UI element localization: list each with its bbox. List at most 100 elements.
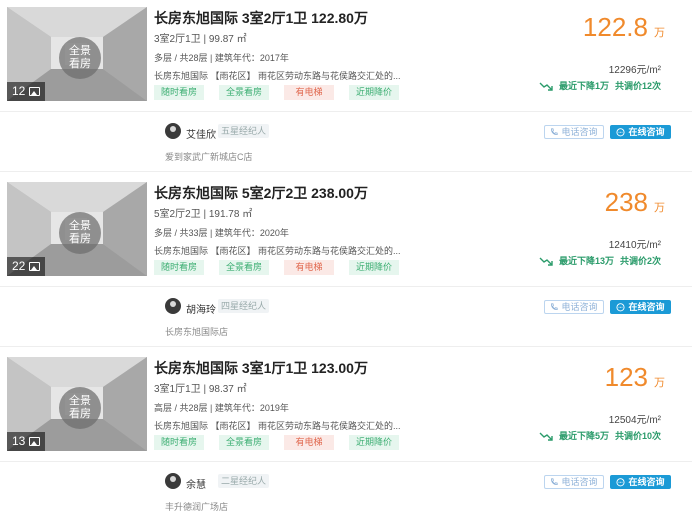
photo-count-badge: 13 [7,432,46,451]
tag-label: 有电梯 [284,435,334,450]
panorama-label-line1: 全景 [69,45,91,57]
tag-label: 全景看房 [219,85,269,100]
total-price-unit: 万 [654,202,665,214]
total-price-value: 122.8 [582,12,648,42]
listing-layout: 3室2厅1卫 | 99.87 ㎡ [154,34,247,45]
online-consult-button[interactable]: 在线咨询 [610,300,671,314]
total-price-value: 123 [604,362,648,392]
panorama-label-line1: 全景 [69,395,91,407]
price-drop-info: 最近下降5万 共调价10次 [539,429,661,442]
listing-floors: 多层 / 共33层 | 建筑年代：2020年 [154,228,289,238]
listing-photo[interactable]: 全景 看房 22 [7,182,147,276]
trend-down-icon [539,257,553,266]
total-price: 122.8 万 [583,12,665,43]
price-adjust-count: 共调价12次 [614,81,661,91]
listing-card[interactable]: 全景 看房 12 长房东旭国际 3室2厅1卫 122.80万 3室2厅1卫 | … [0,0,692,175]
listing-card[interactable]: 全景 看房 13 长房东旭国际 3室1厅1卫 123.00万 3室1厅1卫 | … [0,350,692,513]
agent-name[interactable]: 艾佳欣 [186,126,216,141]
price-adjust-count: 共调价10次 [614,431,661,441]
listing-layout: 5室2厅2卫 | 191.78 ㎡ [154,209,253,220]
agent-divider [0,286,692,287]
agent-rating-badge: 五星经纪人 [218,124,270,138]
panorama-label-line2: 看房 [69,233,91,245]
total-price: 123 万 [605,362,665,393]
price-drop-text: 最近下降5万 [558,431,609,441]
phone-icon [551,478,559,486]
agent-divider [0,111,692,112]
listing-tags: 随时看房 全景看房 有电梯 近期降价 [154,85,414,100]
agent-rating-badge: 二星经纪人 [218,474,270,488]
phone-consult-button[interactable]: 电话咨询 [544,125,604,139]
panorama-badge[interactable]: 全景 看房 [59,387,101,429]
chat-icon [616,127,626,136]
photo-count: 12 [12,84,26,98]
listing-floors: 高层 / 共28层 | 建筑年代：2019年 [154,403,289,413]
phone-consult-label: 电话咨询 [561,127,598,137]
tag-label: 有电梯 [284,85,334,100]
tag-label: 随时看房 [154,260,204,275]
listing-photo[interactable]: 全景 看房 13 [7,357,147,451]
listing-title[interactable]: 长房东旭国际 5室2厅2卫 238.00万 [154,183,368,203]
phone-icon [551,303,559,311]
agent-store: 丰升德润广场店 [165,502,229,512]
listing-tags: 随时看房 全景看房 有电梯 近期降价 [154,260,414,275]
price-drop-info: 最近下降13万 共调价2次 [539,254,661,267]
photo-count-badge: 12 [7,82,46,101]
tag-label: 随时看房 [154,435,204,450]
phone-consult-button[interactable]: 电话咨询 [544,475,604,489]
listing-title[interactable]: 长房东旭国际 3室1厅1卫 123.00万 [154,358,368,378]
tag-label: 有电梯 [284,260,334,275]
photo-icon [29,262,41,271]
panorama-badge[interactable]: 全景 看房 [59,37,101,79]
trend-down-icon [539,432,553,441]
total-price: 238 万 [605,187,665,218]
panorama-label-line2: 看房 [69,408,91,420]
phone-icon [551,128,559,136]
listing-floors: 多层 / 共28层 | 建筑年代：2017年 [154,53,289,63]
online-consult-label: 在线咨询 [628,127,665,137]
chat-icon [616,477,626,486]
price-drop-text: 最近下降1万 [558,81,609,91]
tag-label: 近期降价 [349,435,399,450]
unit-price: 12504元/m² [608,415,661,426]
tag-label: 随时看房 [154,85,204,100]
phone-consult-label: 电话咨询 [561,302,598,312]
panorama-label-line2: 看房 [69,58,91,70]
agent-avatar[interactable] [165,123,181,139]
listing-address: 长房东旭国际 【雨花区】 雨花区劳动东路与花侯路交汇处的... [154,246,401,256]
total-price-value: 238 [604,187,648,217]
chat-icon [616,302,626,311]
tag-label: 全景看房 [219,435,269,450]
agent-store: 长房东旭国际店 [165,327,229,337]
price-adjust-count: 共调价2次 [619,256,661,266]
phone-consult-label: 电话咨询 [561,477,598,487]
photo-count: 22 [12,259,26,273]
agent-name[interactable]: 余慧 [186,476,206,491]
tag-label: 全景看房 [219,260,269,275]
listing-card[interactable]: 全景 看房 22 长房东旭国际 5室2厅2卫 238.00万 5室2厅2卫 | … [0,175,692,350]
agent-divider [0,461,692,462]
agent-rating-badge: 四星经纪人 [218,299,270,313]
online-consult-label: 在线咨询 [628,302,665,312]
panorama-label-line1: 全景 [69,220,91,232]
listing-divider [0,171,692,172]
agent-name[interactable]: 胡海玲 [186,301,216,316]
photo-icon [29,87,41,96]
panorama-badge[interactable]: 全景 看房 [59,212,101,254]
listing-address: 长房东旭国际 【雨花区】 雨花区劳动东路与花侯路交汇处的... [154,421,401,431]
price-drop-info: 最近下降1万 共调价12次 [539,79,661,92]
listing-photo[interactable]: 全景 看房 12 [7,7,147,101]
listing-divider [0,346,692,347]
tag-label: 近期降价 [349,260,399,275]
online-consult-label: 在线咨询 [628,477,665,487]
photo-icon [29,437,41,446]
unit-price: 12410元/m² [608,240,661,251]
agent-store: 爱到家武广新城店C店 [165,152,253,162]
online-consult-button[interactable]: 在线咨询 [610,475,671,489]
online-consult-button[interactable]: 在线咨询 [610,125,671,139]
agent-avatar[interactable] [165,298,181,314]
agent-avatar[interactable] [165,473,181,489]
listing-title[interactable]: 长房东旭国际 3室2厅1卫 122.80万 [154,8,368,28]
listing-address: 长房东旭国际 【雨花区】 雨花区劳动东路与花侯路交汇处的... [154,71,401,81]
phone-consult-button[interactable]: 电话咨询 [544,300,604,314]
